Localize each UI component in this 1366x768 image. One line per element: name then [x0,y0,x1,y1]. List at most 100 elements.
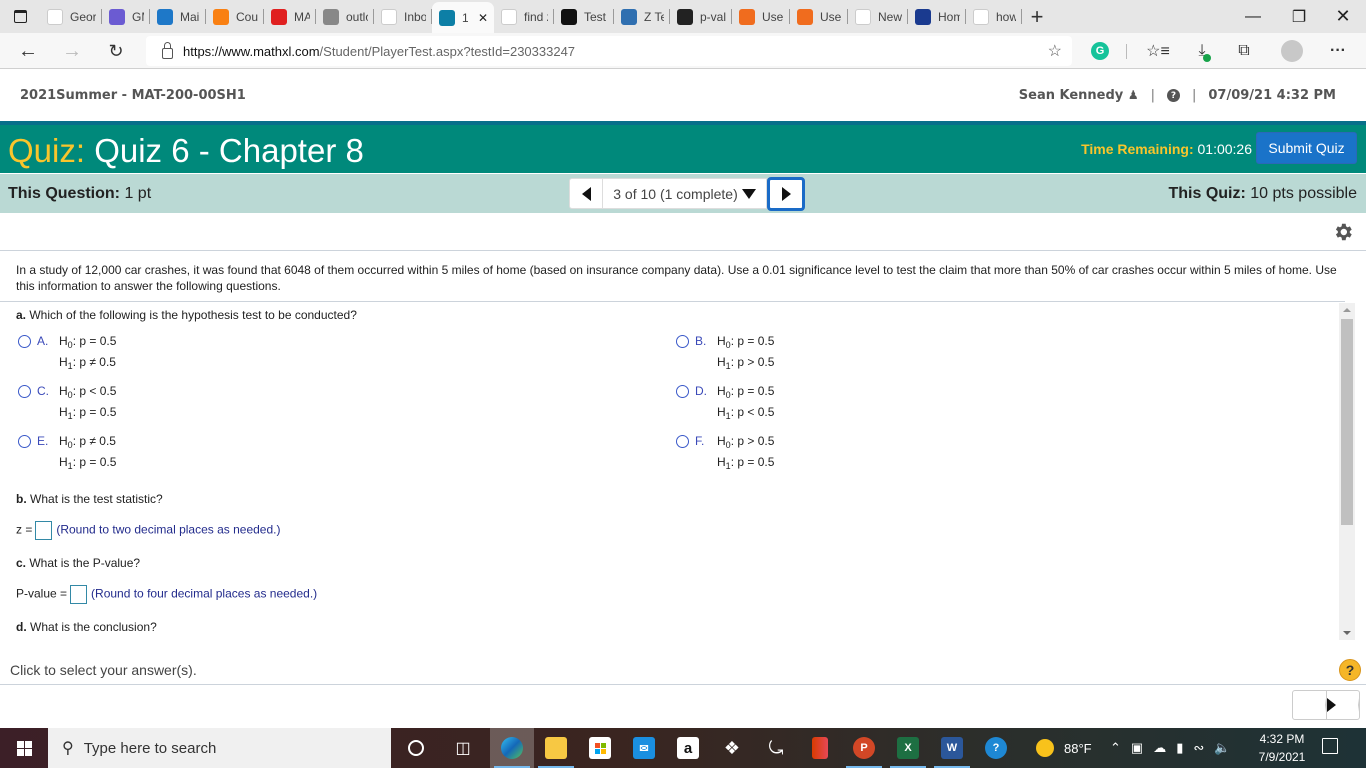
system-clock[interactable]: 4:32 PM 7/9/2021 [1252,730,1312,766]
radio-button[interactable] [18,335,31,348]
radio-button[interactable] [676,385,689,398]
part-b-label: b. [16,492,27,506]
bottom-next-button[interactable] [1326,691,1359,719]
forward-button[interactable]: → [58,37,86,65]
weather-widget[interactable]: 88°F [1036,728,1092,768]
browser-tab[interactable]: how [966,0,1022,33]
close-tab-icon[interactable]: ✕ [478,11,488,25]
p-value-input[interactable] [70,585,88,604]
browser-tab[interactable]: Georg [40,0,102,33]
minimize-button[interactable]: — [1230,0,1276,33]
browser-tab[interactable]: Use T [790,0,848,33]
radio-button[interactable] [676,335,689,348]
taskbar-powerpoint[interactable]: P [842,728,886,768]
task-view-button[interactable]: ◫ [441,728,485,768]
instruction-note: Click to select your answer(s). [10,662,197,678]
battery-icon[interactable]: ▮ [1176,740,1183,756]
refresh-button[interactable]: ↻ [102,37,130,65]
taskbar-excel[interactable]: X [886,728,930,768]
back-button[interactable]: ← [14,37,42,65]
browser-tab[interactable]: p-val [670,0,732,33]
browser-tab[interactable]: Test S [554,0,614,33]
browser-tab[interactable]: outlo [316,0,374,33]
notification-center-icon[interactable] [1322,738,1338,754]
hypothesis-option[interactable]: B. H0: p = 0.5 H1: p > 0.5 [676,334,774,376]
collections-button[interactable]: ⧉ [1230,37,1258,65]
user-name[interactable]: Sean Kennedy ♟ [1019,88,1139,103]
scroll-down-icon[interactable] [1343,631,1351,635]
scrollbar-thumb[interactable] [1341,319,1353,525]
browser-tab[interactable]: Hom [908,0,966,33]
settings-gear-icon[interactable] [1332,221,1354,243]
taskbar-file-explorer[interactable] [534,728,578,768]
browser-tab[interactable]: 1✕ [432,2,494,33]
z-hint: (Round to two decimal places as needed.) [56,522,281,537]
browser-tab[interactable]: Cours [206,0,264,33]
caret-down-icon [741,188,756,199]
url-path: /Student/PlayerTest.aspx?testId=23033324… [319,43,576,59]
taskbar-search-box[interactable]: ⚲ Type here to search [48,728,391,768]
h1-value: p < 0.5 [737,405,775,419]
new-tab-button[interactable]: + [1022,0,1052,33]
start-button[interactable] [0,728,48,768]
tab-actions-button[interactable] [0,0,40,33]
browser-tab[interactable]: Inbox [374,0,432,33]
hypothesis-option[interactable]: E. H0: p ≠ 0.5 H1: p = 0.5 [18,434,116,476]
alternative-hypothesis: H1: p = 0.5 [59,405,117,421]
add-favorite-icon[interactable]: ☆ [1048,41,1062,61]
next-question-button[interactable] [767,177,805,211]
taskbar-app[interactable]: ⤿ [754,728,798,768]
taskbar-dropbox[interactable]: ❖ [710,728,754,768]
quiz-name: Quiz 6 - Chapter 8 [94,132,364,169]
help-icon[interactable]: ? [1166,89,1180,102]
part-c-label: c. [16,556,27,570]
hypothesis-option[interactable]: F. H0: p > 0.5 H1: p = 0.5 [676,434,774,476]
question-select-dropdown[interactable]: 3 of 10 (1 complete) [603,178,767,209]
favorites-button[interactable]: ☆≡ [1144,37,1172,65]
radio-button[interactable] [676,435,689,448]
wifi-icon[interactable]: ∾ [1193,740,1204,756]
meet-now-icon[interactable]: ▣ [1131,740,1143,756]
taskbar-mail[interactable]: ✉ [622,728,666,768]
browser-tab[interactable]: Z Tes [614,0,670,33]
office-icon [812,737,828,759]
url-input[interactable]: https://www.mathxl.com/Student/PlayerTes… [146,36,1072,66]
grammarly-extension-button[interactable]: G [1086,37,1114,65]
taskbar-word[interactable]: W [930,728,974,768]
close-window-button[interactable]: ✕ [1320,0,1366,33]
bottom-previous-button[interactable] [1293,691,1327,719]
toolbar-divider [1126,44,1127,59]
hypothesis-option[interactable]: D. H0: p = 0.5 H1: p < 0.5 [676,384,774,426]
browser-tab[interactable]: MAT [264,0,316,33]
taskbar-store[interactable] [578,728,622,768]
question-scrollbar[interactable] [1339,303,1355,640]
taskbar-office[interactable] [798,728,842,768]
browser-tab[interactable]: find z [494,0,554,33]
radio-button[interactable] [18,435,31,448]
settings-menu-button[interactable]: ··· [1324,37,1352,65]
h1-subscript: 1 [725,411,731,421]
quiz-title: Quiz: Quiz 6 - Chapter 8 [8,132,364,170]
browser-tab[interactable]: GMC [102,0,150,33]
z-input[interactable] [35,521,53,540]
hypothesis-option[interactable]: A. H0: p = 0.5 H1: p ≠ 0.5 [18,334,116,376]
restore-button[interactable]: ❐ [1276,0,1322,33]
hypothesis-option[interactable]: C. H0: p < 0.5 H1: p = 0.5 [18,384,116,426]
submit-quiz-button[interactable]: Submit Quiz [1256,132,1357,164]
help-me-solve-button[interactable]: ? [1339,659,1361,681]
onedrive-icon[interactable]: ☁ [1153,740,1166,756]
radio-button[interactable] [18,385,31,398]
cortana-button[interactable] [394,728,438,768]
taskbar-help[interactable]: ? [974,728,1018,768]
browser-tab[interactable]: Mail [150,0,206,33]
show-hidden-icons[interactable]: ⌃ [1110,740,1121,756]
profile-button[interactable] [1278,37,1306,65]
taskbar-amazon[interactable]: a [666,728,710,768]
downloads-button[interactable]: ⤓ [1188,37,1216,65]
previous-question-button[interactable] [569,178,603,209]
browser-tab[interactable]: Use T [732,0,790,33]
taskbar-edge[interactable] [490,728,534,768]
scroll-up-icon[interactable] [1343,308,1351,312]
browser-tab[interactable]: New [848,0,908,33]
volume-icon[interactable]: 🔈 [1214,740,1230,756]
